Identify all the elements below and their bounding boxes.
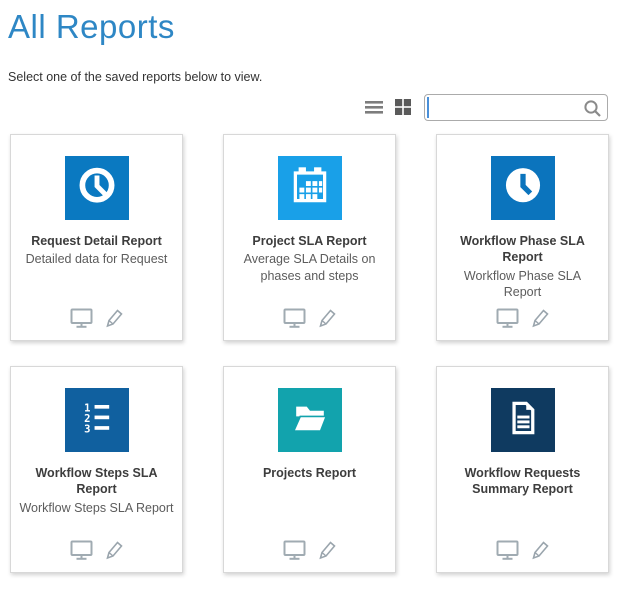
document-icon: [497, 392, 549, 449]
monitor-icon[interactable]: [70, 308, 93, 328]
report-title: Project SLA Report: [224, 233, 395, 249]
monitor-icon[interactable]: [283, 308, 306, 328]
calendar-icon: [284, 160, 336, 217]
pencil-icon[interactable]: [318, 308, 337, 328]
monitor-icon[interactable]: [70, 540, 93, 560]
card-actions: [11, 308, 182, 328]
report-description: [224, 481, 395, 483]
numbered-list-icon: 1 2 3: [71, 392, 123, 449]
toolbar: [364, 92, 608, 122]
list-view-icon[interactable]: [364, 99, 384, 115]
card-actions: [224, 540, 395, 560]
report-title: Workflow Steps SLA Report: [11, 465, 182, 498]
card-actions: [437, 308, 608, 328]
text-caret: [427, 97, 429, 118]
pencil-icon[interactable]: [105, 540, 124, 560]
pencil-icon[interactable]: [531, 308, 550, 328]
report-card-request-detail[interactable]: Request Detail Report Detailed data for …: [10, 134, 183, 341]
report-description: [437, 498, 608, 500]
report-tile: [278, 156, 342, 220]
report-description: Detailed data for Request: [11, 249, 182, 267]
svg-text:3: 3: [84, 423, 90, 435]
monitor-icon[interactable]: [496, 540, 519, 560]
monitor-icon[interactable]: [496, 308, 519, 328]
report-tile: 1 2 3: [65, 388, 129, 452]
view-toggle: [364, 98, 412, 116]
page-title: All Reports: [8, 8, 628, 46]
folder-open-icon: [284, 392, 336, 449]
card-actions: [11, 540, 182, 560]
page-subtitle: Select one of the saved reports below to…: [8, 70, 628, 84]
report-title: Workflow Phase SLA Report: [437, 233, 608, 266]
search-icon[interactable]: [583, 99, 602, 123]
report-card-projects[interactable]: Projects Report: [223, 366, 396, 573]
report-card-workflow-phase-sla[interactable]: Workflow Phase SLA Report Workflow Phase…: [436, 134, 609, 341]
report-tile: [278, 388, 342, 452]
report-title: Projects Report: [224, 465, 395, 481]
pencil-icon[interactable]: [531, 540, 550, 560]
report-description: Workflow Steps SLA Report: [11, 498, 182, 516]
pencil-icon[interactable]: [318, 540, 337, 560]
clock-solid-icon: [497, 160, 549, 217]
report-card-project-sla[interactable]: Project SLA Report Average SLA Details o…: [223, 134, 396, 341]
card-actions: [224, 308, 395, 328]
report-title: Request Detail Report: [11, 233, 182, 249]
report-card-workflow-requests-summary[interactable]: Workflow Requests Summary Report: [436, 366, 609, 573]
clock-outline-icon: [71, 160, 123, 217]
reports-grid: Request Detail Report Detailed data for …: [10, 134, 609, 573]
search-input[interactable]: [425, 95, 607, 120]
report-description: Workflow Phase SLA Report: [437, 266, 608, 301]
grid-view-icon[interactable]: [394, 98, 412, 116]
report-tile: [491, 156, 555, 220]
report-tile: [491, 388, 555, 452]
search-box: [424, 94, 608, 121]
report-description: Average SLA Details on phases and steps: [224, 249, 395, 284]
monitor-icon[interactable]: [283, 540, 306, 560]
card-actions: [437, 540, 608, 560]
report-tile: [65, 156, 129, 220]
report-card-workflow-steps-sla[interactable]: 1 2 3 Workflow Steps SLA Report Workflow…: [10, 366, 183, 573]
report-title: Workflow Requests Summary Report: [437, 465, 608, 498]
pencil-icon[interactable]: [105, 308, 124, 328]
